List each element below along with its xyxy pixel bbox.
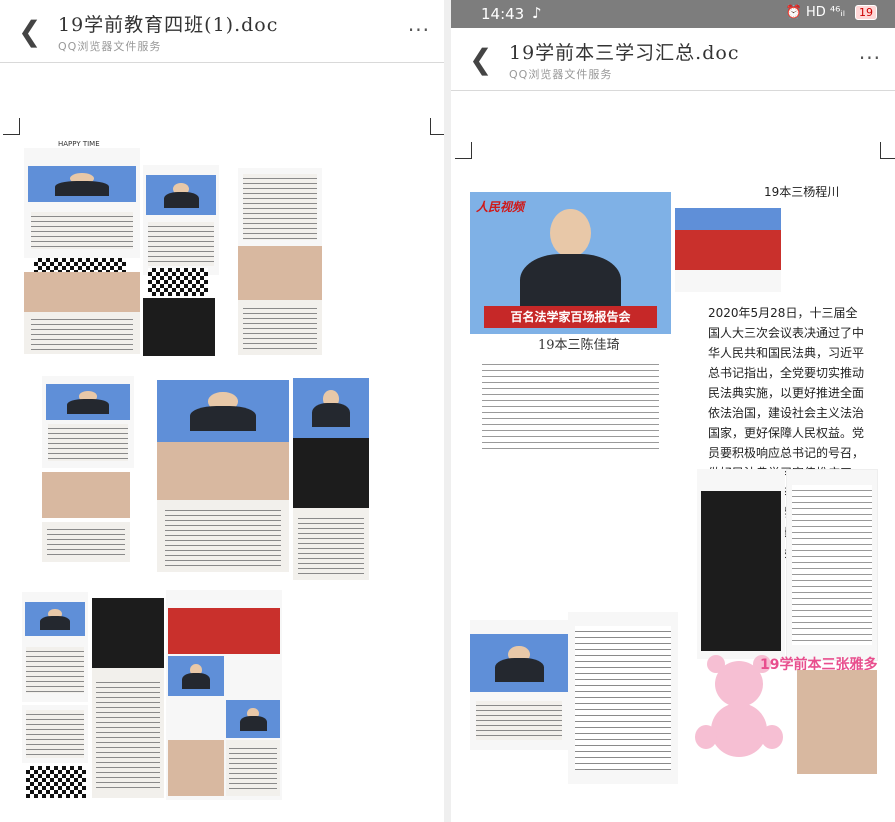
screenshot-photo	[143, 165, 219, 275]
reading-photo	[157, 442, 289, 500]
right-more-icon[interactable]: ···	[859, 46, 881, 70]
right-back-icon[interactable]: ❮	[469, 46, 492, 74]
phone-photo	[24, 272, 140, 312]
hand-photo	[238, 246, 322, 300]
notes-photo	[157, 500, 289, 572]
notes-photo	[238, 300, 322, 355]
press-logo: 人民视频	[476, 200, 525, 214]
network-indicator: HD ⁴⁶ᵢₗ	[806, 5, 845, 20]
status-right: ⏰ HD ⁴⁶ᵢₗ 19	[786, 5, 877, 20]
press-photo	[293, 378, 369, 438]
screenshot-photo	[22, 705, 88, 763]
tiktok-icon: ♪	[532, 4, 542, 22]
left-more-icon[interactable]: ···	[408, 18, 430, 42]
right-document-subtitle: QQ浏览器文件服务	[509, 68, 613, 81]
press-photo	[157, 380, 289, 442]
phone-screenshot	[697, 469, 785, 659]
page-corner-mark	[3, 118, 20, 135]
right-document-title: 19学前本三学习汇总.doc	[509, 42, 740, 64]
status-bar: 14:43 ♪ ⏰ HD ⁴⁶ᵢₗ 19	[451, 0, 895, 28]
left-back-icon[interactable]: ❮	[18, 18, 41, 46]
press-conference-photo: 人民视频 百名法学家百场报告会	[470, 192, 671, 334]
livestream-screenshot	[675, 208, 781, 292]
qr-code-image	[148, 268, 208, 296]
alarm-icon: ⏰	[785, 5, 802, 20]
left-document-title: 19学前教育四班(1).doc	[58, 14, 279, 36]
notes-photo	[24, 312, 140, 354]
author-name-label: 19本三杨程川	[764, 185, 840, 199]
student-photo	[797, 670, 877, 774]
left-nav-bar: ❮ 19学前教育四班(1).doc QQ浏览器文件服务 ···	[0, 0, 444, 63]
notes-photo	[293, 508, 369, 580]
essay-text-image	[470, 350, 671, 458]
status-time: 14:43	[481, 5, 525, 23]
left-document-pane: ❮ 19学前教育四班(1).doc QQ浏览器文件服务 ··· HAPPY TI…	[0, 0, 444, 822]
screenshot-photo	[22, 592, 88, 702]
left-document-subtitle: QQ浏览器文件服务	[58, 40, 162, 53]
battery-icon: 19	[855, 5, 877, 20]
happy-time-caption: HAPPY TIME	[58, 140, 100, 148]
page-corner-mark	[880, 142, 895, 159]
phone-photo	[143, 298, 215, 356]
right-nav-bar: ❮ 19学前本三学习汇总.doc QQ浏览器文件服务 ···	[451, 28, 895, 91]
notes-photo	[92, 668, 164, 798]
press-banner: 百名法学家百场报告会	[484, 306, 657, 328]
screenshot-photo	[238, 168, 322, 246]
screenshot-photo	[24, 148, 140, 258]
classroom-photo	[92, 598, 164, 668]
screenshot-photo	[166, 590, 282, 800]
page-corner-mark	[430, 118, 444, 135]
livestream-screenshot	[470, 620, 568, 750]
legal-text-image	[568, 612, 678, 784]
phone-photo	[293, 438, 369, 508]
qr-code-image	[34, 258, 126, 272]
notes-screenshot	[786, 469, 878, 661]
qr-code-image	[26, 766, 86, 798]
pane-divider	[444, 0, 451, 822]
screenshot-photo	[42, 376, 134, 468]
girl-photo	[42, 472, 130, 518]
page-corner-mark	[455, 142, 472, 159]
notes-photo	[42, 522, 130, 562]
